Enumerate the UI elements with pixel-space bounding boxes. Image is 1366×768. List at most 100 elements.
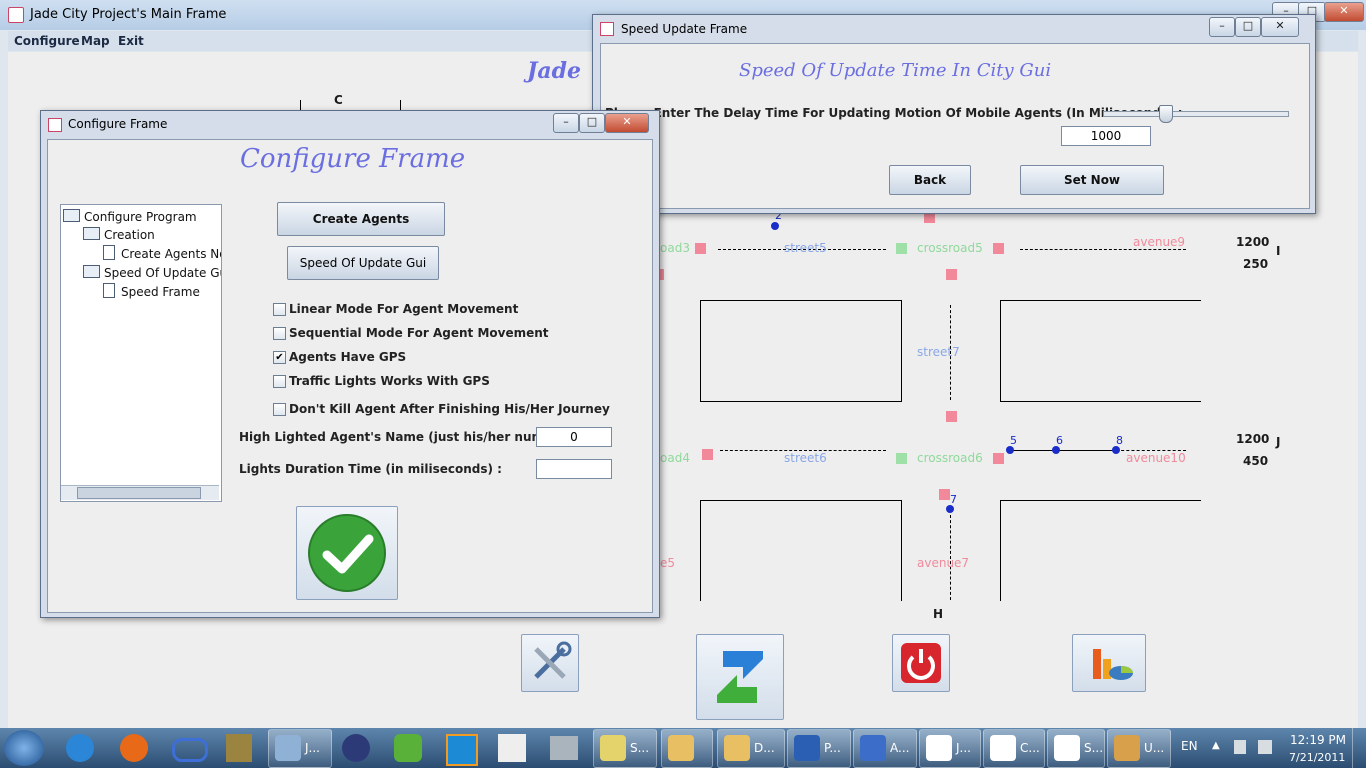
tree-creation[interactable]: Creation bbox=[83, 227, 155, 242]
statistics-button[interactable] bbox=[1072, 634, 1146, 692]
configure-close-button[interactable]: ✕ bbox=[605, 113, 649, 133]
tools-app-icon[interactable] bbox=[226, 734, 252, 762]
java-icon bbox=[1054, 735, 1080, 761]
menu-map[interactable]: Map bbox=[81, 34, 110, 48]
taskbar-folder[interactable] bbox=[661, 729, 713, 768]
agents-gps-label: Agents Have GPS bbox=[289, 350, 407, 364]
java-icon bbox=[8, 7, 24, 23]
create-agents-button[interactable]: Create Agents bbox=[277, 202, 445, 236]
show-desktop-button[interactable] bbox=[1352, 728, 1366, 768]
configure-minimize-button[interactable]: – bbox=[553, 113, 579, 133]
configure-tools-button[interactable] bbox=[521, 634, 579, 692]
configure-dialog-title: Configure Frame bbox=[68, 117, 168, 131]
menu-configure[interactable]: Configure bbox=[14, 34, 80, 48]
sequential-mode-label: Sequential Mode For Agent Movement bbox=[289, 326, 549, 340]
tree-create-now[interactable]: Create Agents Now bbox=[103, 245, 221, 261]
highlight-agent-input[interactable]: 0 bbox=[536, 427, 612, 447]
main-heading: Jade bbox=[527, 58, 582, 84]
taskbar-app-label: J... bbox=[305, 741, 320, 755]
speed-update-dialog: Speed Update Frame – □ ✕ Speed Of Update… bbox=[592, 14, 1316, 214]
confirm-button[interactable] bbox=[296, 506, 398, 600]
tree-create-now-label: Create Agents Now bbox=[121, 247, 221, 261]
crossroad-marker bbox=[896, 243, 907, 254]
document-icon bbox=[103, 283, 115, 298]
agent-number: 7 bbox=[950, 493, 957, 506]
speed-slider-thumb[interactable] bbox=[1158, 105, 1173, 123]
tree-speed-frame-label: Speed Frame bbox=[121, 285, 200, 299]
speed-dialog-body: Speed Of Update Time In City Gui Please … bbox=[600, 43, 1310, 209]
chart-icon bbox=[1093, 649, 1133, 680]
highlight-agent-label: High Lighted Agent's Name (just his/her … bbox=[239, 430, 582, 444]
clock-time[interactable]: 12:19 PM bbox=[1290, 733, 1346, 747]
scrollbar-thumb[interactable] bbox=[77, 487, 201, 499]
taskbar-app-3[interactable]: D... bbox=[717, 729, 785, 768]
avenue-label: e5 bbox=[660, 556, 676, 570]
agent-marker bbox=[1112, 446, 1120, 454]
crossroad-label: crossroad6 bbox=[917, 451, 983, 465]
traffic-light bbox=[946, 411, 957, 422]
traffic-light bbox=[939, 489, 950, 500]
language-indicator[interactable]: EN bbox=[1181, 739, 1198, 753]
lights-duration-input[interactable] bbox=[536, 459, 612, 479]
agents-gps-checkbox[interactable]: ✔ bbox=[273, 351, 286, 364]
eclipse-icon[interactable] bbox=[342, 734, 370, 762]
taskbar-app-6[interactable]: J... bbox=[919, 729, 981, 768]
back-button[interactable]: Back bbox=[889, 165, 971, 195]
agent-marker bbox=[1006, 446, 1014, 454]
taskbar-app-7[interactable]: C... bbox=[983, 729, 1045, 768]
speed-close-button[interactable]: ✕ bbox=[1261, 17, 1299, 37]
taskbar-app-2[interactable]: S... bbox=[593, 729, 657, 768]
street-label: street5 bbox=[784, 241, 827, 255]
taskbar-app-4[interactable]: P... bbox=[787, 729, 851, 768]
road-dash bbox=[1020, 249, 1186, 251]
speed-update-gui-button[interactable]: Speed Of Update Gui bbox=[287, 246, 439, 280]
speed-maximize-button[interactable]: □ bbox=[1235, 17, 1261, 37]
taskbar-app-1[interactable]: J... bbox=[268, 729, 332, 768]
coord-y: 250 bbox=[1243, 257, 1269, 271]
checkmark-icon bbox=[308, 514, 386, 592]
menu-exit[interactable]: Exit bbox=[118, 34, 144, 48]
editor-icon[interactable] bbox=[498, 734, 526, 762]
configure-dialog: Configure Frame – □ ✕ Configure Frame Co… bbox=[40, 110, 660, 618]
agent-marker bbox=[1052, 446, 1060, 454]
virtualbox-icon[interactable] bbox=[446, 734, 478, 766]
sequential-mode-checkbox[interactable] bbox=[273, 327, 286, 340]
tree-speed-frame[interactable]: Speed Frame bbox=[103, 283, 200, 299]
linear-mode-checkbox[interactable] bbox=[273, 303, 286, 316]
taskbar-app-label: J... bbox=[956, 741, 971, 755]
tree-speed[interactable]: Speed Of Update Gui bbox=[83, 265, 221, 280]
clock-date[interactable]: 7/21/2011 bbox=[1289, 751, 1345, 764]
box-app-icon bbox=[275, 735, 301, 761]
firefox-icon[interactable] bbox=[120, 734, 148, 762]
main-close-button[interactable]: ✕ bbox=[1324, 2, 1364, 22]
speed-slider[interactable] bbox=[1103, 105, 1289, 123]
drive-icon[interactable] bbox=[550, 736, 578, 760]
volume-icon[interactable] bbox=[1258, 740, 1272, 754]
device-icon[interactable] bbox=[1234, 740, 1246, 754]
speed-value-field[interactable]: 1000 bbox=[1061, 126, 1151, 146]
power-exit-button[interactable] bbox=[892, 634, 950, 692]
tree-horizontal-scrollbar[interactable] bbox=[61, 485, 219, 500]
speed-minimize-button[interactable]: – bbox=[1209, 17, 1235, 37]
taskbar-app-8[interactable]: S... bbox=[1047, 729, 1105, 768]
internet-explorer-icon[interactable] bbox=[66, 734, 94, 762]
folder-icon bbox=[63, 209, 80, 222]
taskbar-app-9[interactable]: U... bbox=[1107, 729, 1171, 768]
traffic-light bbox=[993, 243, 1004, 254]
update-map-button[interactable] bbox=[696, 634, 784, 720]
taskbar-app-label: S... bbox=[630, 741, 650, 755]
qt-icon[interactable] bbox=[394, 734, 422, 762]
infinity-app-icon[interactable] bbox=[172, 738, 208, 762]
set-now-button[interactable]: Set Now bbox=[1020, 165, 1164, 195]
speed-heading: Speed Of Update Time In City Gui bbox=[739, 60, 1052, 81]
column-label-c: C bbox=[334, 93, 343, 107]
traffic-lights-gps-checkbox[interactable] bbox=[273, 375, 286, 388]
taskbar-app-5[interactable]: A... bbox=[853, 729, 917, 768]
dont-kill-agent-checkbox[interactable] bbox=[273, 403, 286, 416]
configure-tree: Configure Program Creation Create Agents… bbox=[60, 204, 222, 502]
start-button[interactable] bbox=[4, 730, 44, 766]
tree-root[interactable]: Configure Program bbox=[63, 209, 197, 224]
show-hidden-icons[interactable]: ▲ bbox=[1212, 740, 1220, 751]
document-icon bbox=[103, 245, 115, 260]
configure-maximize-button[interactable]: □ bbox=[579, 113, 605, 133]
